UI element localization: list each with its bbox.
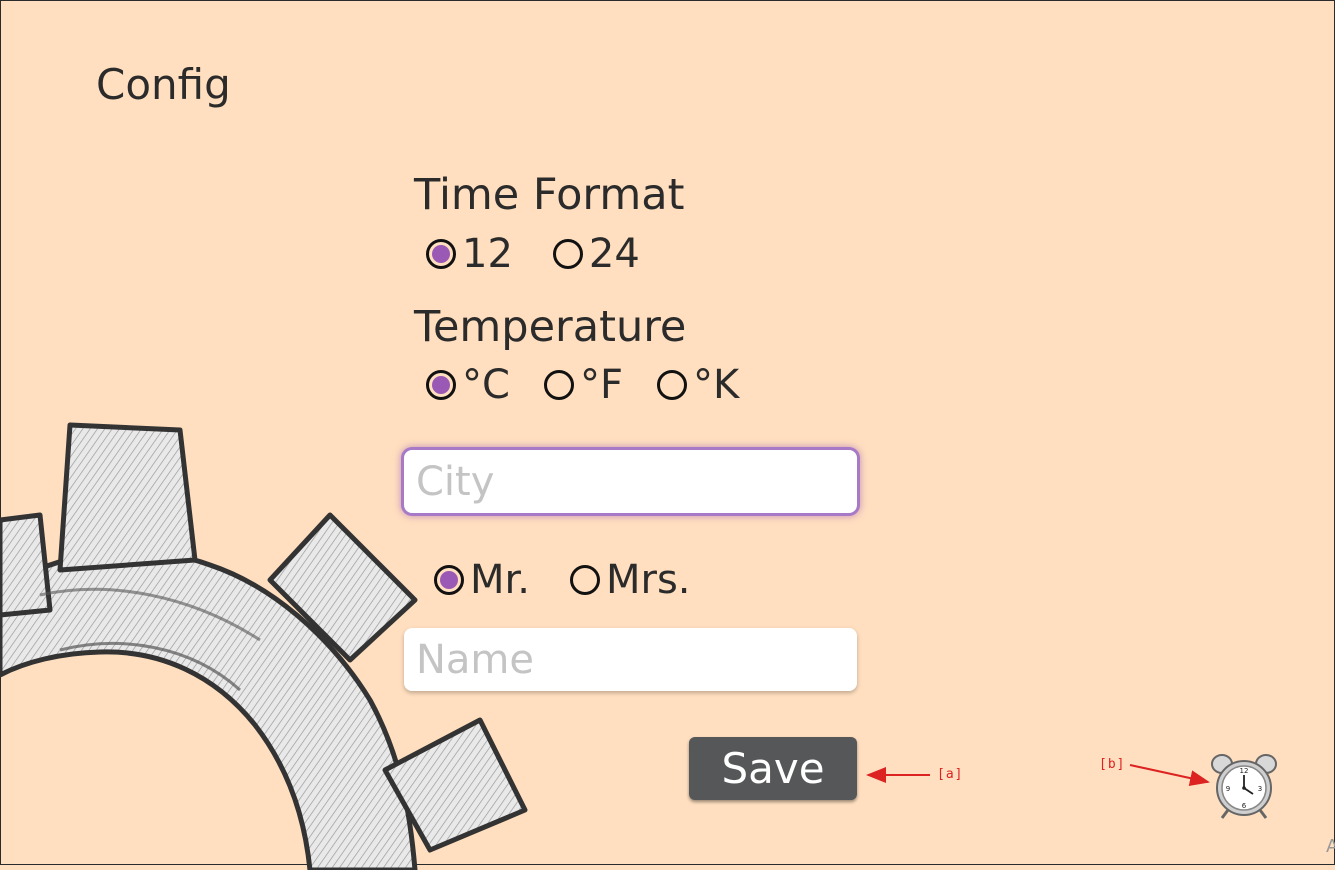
- option-label-mrs: Mrs.: [606, 557, 691, 603]
- radio-fahrenheit[interactable]: [543, 370, 574, 400]
- title-option-mrs[interactable]: Mrs.: [570, 557, 691, 603]
- page-title: Config: [96, 60, 231, 109]
- time-format-option-24[interactable]: 24: [552, 231, 640, 277]
- time-format-option-12[interactable]: 12: [426, 231, 513, 277]
- svg-text:12: 12: [1240, 767, 1249, 775]
- svg-text:6: 6: [1242, 802, 1247, 810]
- radio-celsius[interactable]: [426, 370, 456, 400]
- temperature-radio-group: °C °F °K: [426, 360, 773, 410]
- annotation-label-b: [b]: [1099, 757, 1126, 772]
- radio-kelvin[interactable]: [656, 370, 687, 400]
- save-button[interactable]: Save: [689, 737, 857, 800]
- radio-12[interactable]: [426, 239, 456, 269]
- option-label-24: 24: [588, 231, 640, 277]
- time-format-label: Time Format: [414, 170, 685, 220]
- temperature-option-celsius[interactable]: °C: [426, 362, 510, 408]
- option-label-celsius: °C: [462, 362, 510, 408]
- name-input[interactable]: [404, 628, 857, 691]
- temperature-option-kelvin[interactable]: °K: [656, 362, 740, 408]
- option-label-kelvin: °K: [692, 362, 740, 408]
- option-label-fahrenheit: °F: [579, 362, 623, 408]
- annotation-label-a: [a]: [937, 767, 964, 782]
- option-label-12: 12: [462, 231, 513, 277]
- city-input[interactable]: [404, 450, 857, 513]
- temperature-label: Temperature: [414, 302, 687, 352]
- option-label-mr: Mr.: [470, 557, 530, 603]
- radio-24[interactable]: [552, 239, 583, 269]
- time-format-radio-group: 12 24: [426, 229, 680, 279]
- temperature-option-fahrenheit[interactable]: °F: [543, 362, 623, 408]
- radio-mrs[interactable]: [570, 565, 600, 595]
- title-radio-group: Mr. Mrs.: [434, 555, 731, 605]
- title-option-mr[interactable]: Mr.: [434, 557, 530, 603]
- corner-text: A: [1326, 836, 1335, 857]
- alarm-clock-icon[interactable]: 12 3 6 9: [1208, 750, 1280, 822]
- svg-text:9: 9: [1226, 785, 1230, 793]
- svg-text:3: 3: [1258, 785, 1262, 793]
- radio-mr[interactable]: [434, 565, 464, 595]
